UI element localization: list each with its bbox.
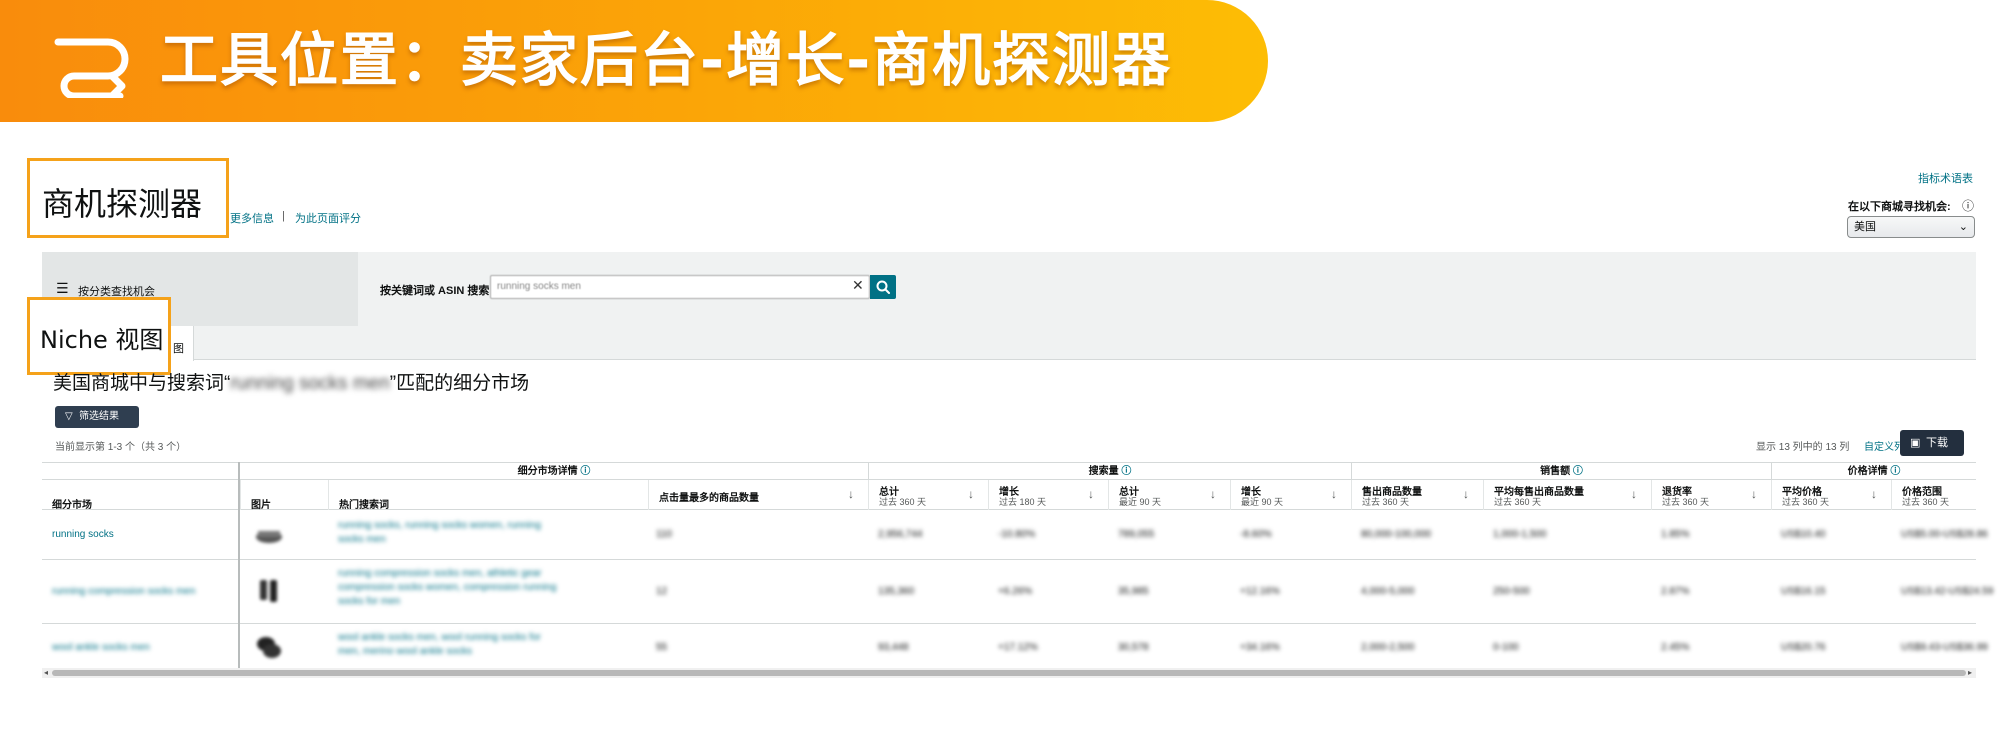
- filter-icon: ▽: [65, 411, 73, 422]
- col-sv-growth90[interactable]: 增长 最近 90 天 ↓: [1230, 480, 1351, 510]
- sort-arrow-icon: ↓: [1331, 487, 1337, 501]
- sort-arrow-icon: ↓: [1463, 487, 1469, 501]
- col-avg-units[interactable]: 平均每售出商品数量 过去 360 天 ↓: [1483, 480, 1651, 510]
- niche-link[interactable]: running compression socks men: [52, 586, 195, 597]
- chevron-down-icon: ⌄: [1958, 221, 1968, 233]
- sort-arrow-icon: ↓: [1751, 487, 1757, 501]
- sort-arrow-icon: ↓: [1210, 487, 1216, 501]
- col-top-terms[interactable]: 热门搜索词: [328, 480, 648, 511]
- results-title: 美国商城中与搜索词“running socks men”匹配的细分市场: [53, 373, 530, 394]
- results-query: running socks men: [230, 373, 390, 394]
- tab-niche-view-label: 图: [173, 343, 184, 355]
- menu-icon[interactable]: ☰: [56, 280, 69, 297]
- niche-link[interactable]: running socks: [52, 529, 114, 540]
- product-thumbnail[interactable]: [254, 634, 284, 660]
- group-niche-details: 细分市场详情 ⓘ: [238, 463, 868, 481]
- col-units-sold[interactable]: 售出商品数量 过去 360 天 ↓: [1351, 480, 1483, 510]
- header-separator: |: [282, 210, 285, 222]
- sort-arrow-icon: ↓: [848, 487, 854, 501]
- sort-arrow-icon: ↓: [1871, 487, 1877, 501]
- group-price: 价格详情 ⓘ: [1771, 463, 1976, 481]
- search-input[interactable]: running socks men: [490, 275, 870, 299]
- table-row: running socks running socks, running soc…: [42, 510, 1988, 560]
- marketplace-value: 美国: [1854, 221, 1876, 233]
- col-top-clicked[interactable]: 点击量最多的商品数量 ↓: [648, 480, 868, 510]
- columns-shown: 显示 13 列中的 13 列: [1756, 442, 1850, 453]
- table-row: running compression socks men running co…: [42, 560, 1993, 624]
- search-icon: [876, 280, 890, 294]
- result-count: 当前显示第 1-3 个（共 3 个）: [55, 442, 187, 453]
- glossary-link[interactable]: 指标术语表: [1918, 170, 1973, 186]
- col-sv-total90[interactable]: 总计 最近 90 天 ↓: [1108, 480, 1230, 510]
- group-search-volume: 搜索量 ⓘ: [868, 463, 1351, 481]
- sort-arrow-icon: ↓: [1631, 487, 1637, 501]
- scroll-left-icon[interactable]: ◂: [44, 668, 48, 678]
- niche-column-divider: [238, 462, 240, 670]
- col-image: 图片: [240, 480, 328, 511]
- view-tabs: [42, 326, 1976, 360]
- more-info-link[interactable]: 更多信息: [230, 210, 274, 226]
- help-icon: ⓘ: [1962, 199, 1975, 213]
- col-sv-total[interactable]: 总计 过去 360 天 ↓: [868, 480, 988, 510]
- page-title: 商机探测器: [42, 185, 203, 223]
- col-return-rate[interactable]: 退货率 过去 360 天 ↓: [1651, 480, 1771, 510]
- save-icon: ▣: [1910, 437, 1921, 449]
- download-button[interactable]: ▣ 下载: [1900, 430, 1964, 456]
- niche-table: 细分市场详情 ⓘ 搜索量 ⓘ 销售额 ⓘ 价格详情 ⓘ 细分市场 图片 热门搜索…: [42, 462, 1993, 670]
- tool-location-banner: 工具位置：卖家后台-增长-商机探测器: [0, 0, 1268, 122]
- group-sales: 销售额 ⓘ: [1351, 463, 1771, 481]
- filter-results-button[interactable]: ▽ 筛选结果: [55, 406, 139, 428]
- col-avg-price[interactable]: 平均价格 过去 360 天 ↓: [1771, 480, 1891, 510]
- route-icon: [54, 38, 129, 98]
- sort-arrow-icon: ↓: [1088, 487, 1094, 501]
- search-label: 按关键词或 ASIN 搜索: [380, 285, 490, 297]
- sort-arrow-icon: ↓: [968, 487, 974, 501]
- clear-icon[interactable]: ✕: [852, 277, 864, 294]
- table-row: wool ankle socks men wool ankle socks me…: [42, 624, 1988, 670]
- customize-columns-link[interactable]: 自定义列: [1864, 438, 1904, 453]
- niche-view-label: Niche 视图: [40, 326, 164, 354]
- scrollbar-thumb[interactable]: [52, 670, 1966, 676]
- product-thumbnail[interactable]: [254, 522, 284, 548]
- col-niche[interactable]: 细分市场: [42, 480, 238, 511]
- search-button[interactable]: [870, 275, 896, 299]
- scroll-right-icon[interactable]: ▸: [1968, 668, 1972, 678]
- marketplace-label: 在以下商城寻找机会:: [1848, 201, 1951, 213]
- niche-link[interactable]: wool ankle socks men: [52, 642, 150, 653]
- banner-title: 工具位置：卖家后台-增长-商机探测器: [160, 26, 1173, 94]
- col-price-range[interactable]: 价格范围 过去 360 天: [1891, 480, 1976, 510]
- table-group-header: 细分市场详情 ⓘ 搜索量 ⓘ 销售额 ⓘ 价格详情 ⓘ: [42, 462, 1976, 481]
- marketplace-select[interactable]: 美国 ⌄: [1847, 216, 1975, 238]
- col-sv-growth[interactable]: 增长 过去 180 天 ↓: [988, 480, 1108, 510]
- rate-page-link[interactable]: 为此页面评分: [295, 210, 361, 226]
- product-thumbnail[interactable]: [254, 578, 284, 604]
